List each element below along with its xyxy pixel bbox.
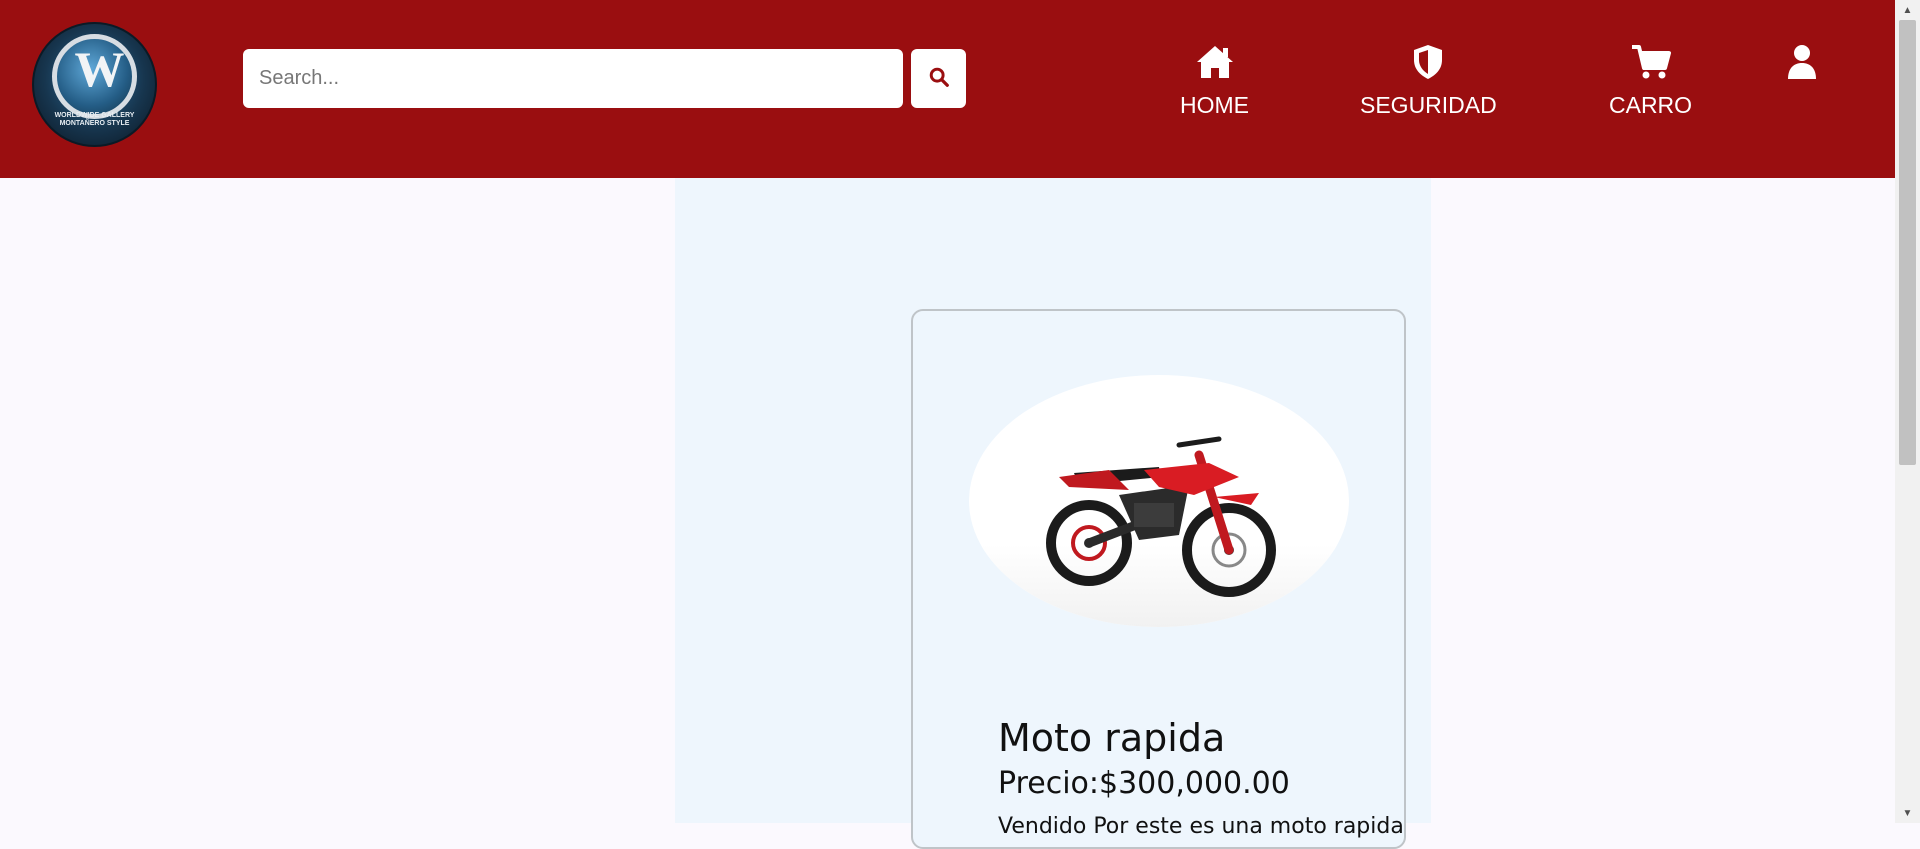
scroll-thumb[interactable] [1899,20,1916,465]
search-icon [928,66,950,91]
product-title: Moto rapida [998,716,1226,760]
nav-seguridad-label: SEGURIDAD [1360,92,1497,118]
motorcycle-image[interactable] [969,375,1349,627]
vertical-scrollbar[interactable]: ▲ ▼ [1895,0,1920,823]
scroll-up-icon[interactable]: ▲ [1895,0,1920,20]
home-icon [1195,40,1235,80]
nav-carro[interactable]: CARRO [1609,40,1692,119]
nav-home-label: HOME [1180,92,1249,118]
nav-seguridad[interactable]: SEGURIDAD [1360,40,1497,119]
product-description: Vendido Por este es una moto rapida [998,814,1404,839]
search-input[interactable] [243,49,903,108]
search-button[interactable] [911,49,966,108]
user-icon [1786,40,1818,80]
logo-letter: W [74,41,125,97]
product-price: Precio:$300,000.00 [998,766,1290,801]
scroll-down-icon[interactable]: ▼ [1895,803,1920,823]
nav-carro-label: CARRO [1609,92,1693,118]
top-header: W WORLDWIDE GALLERY MONTAÑERO STYLE HOME [0,0,1895,178]
nav-user[interactable] [1786,40,1818,80]
shield-icon [1412,40,1444,80]
logo-text: WORLDWIDE GALLERY MONTAÑERO STYLE [54,112,135,127]
brand-logo[interactable]: W WORLDWIDE GALLERY MONTAÑERO STYLE [32,22,157,147]
product-card[interactable]: Moto rapida Precio:$300,000.00 Vendido P… [911,309,1406,849]
nav-home[interactable]: HOME [1180,40,1249,119]
cart-icon [1631,40,1671,80]
